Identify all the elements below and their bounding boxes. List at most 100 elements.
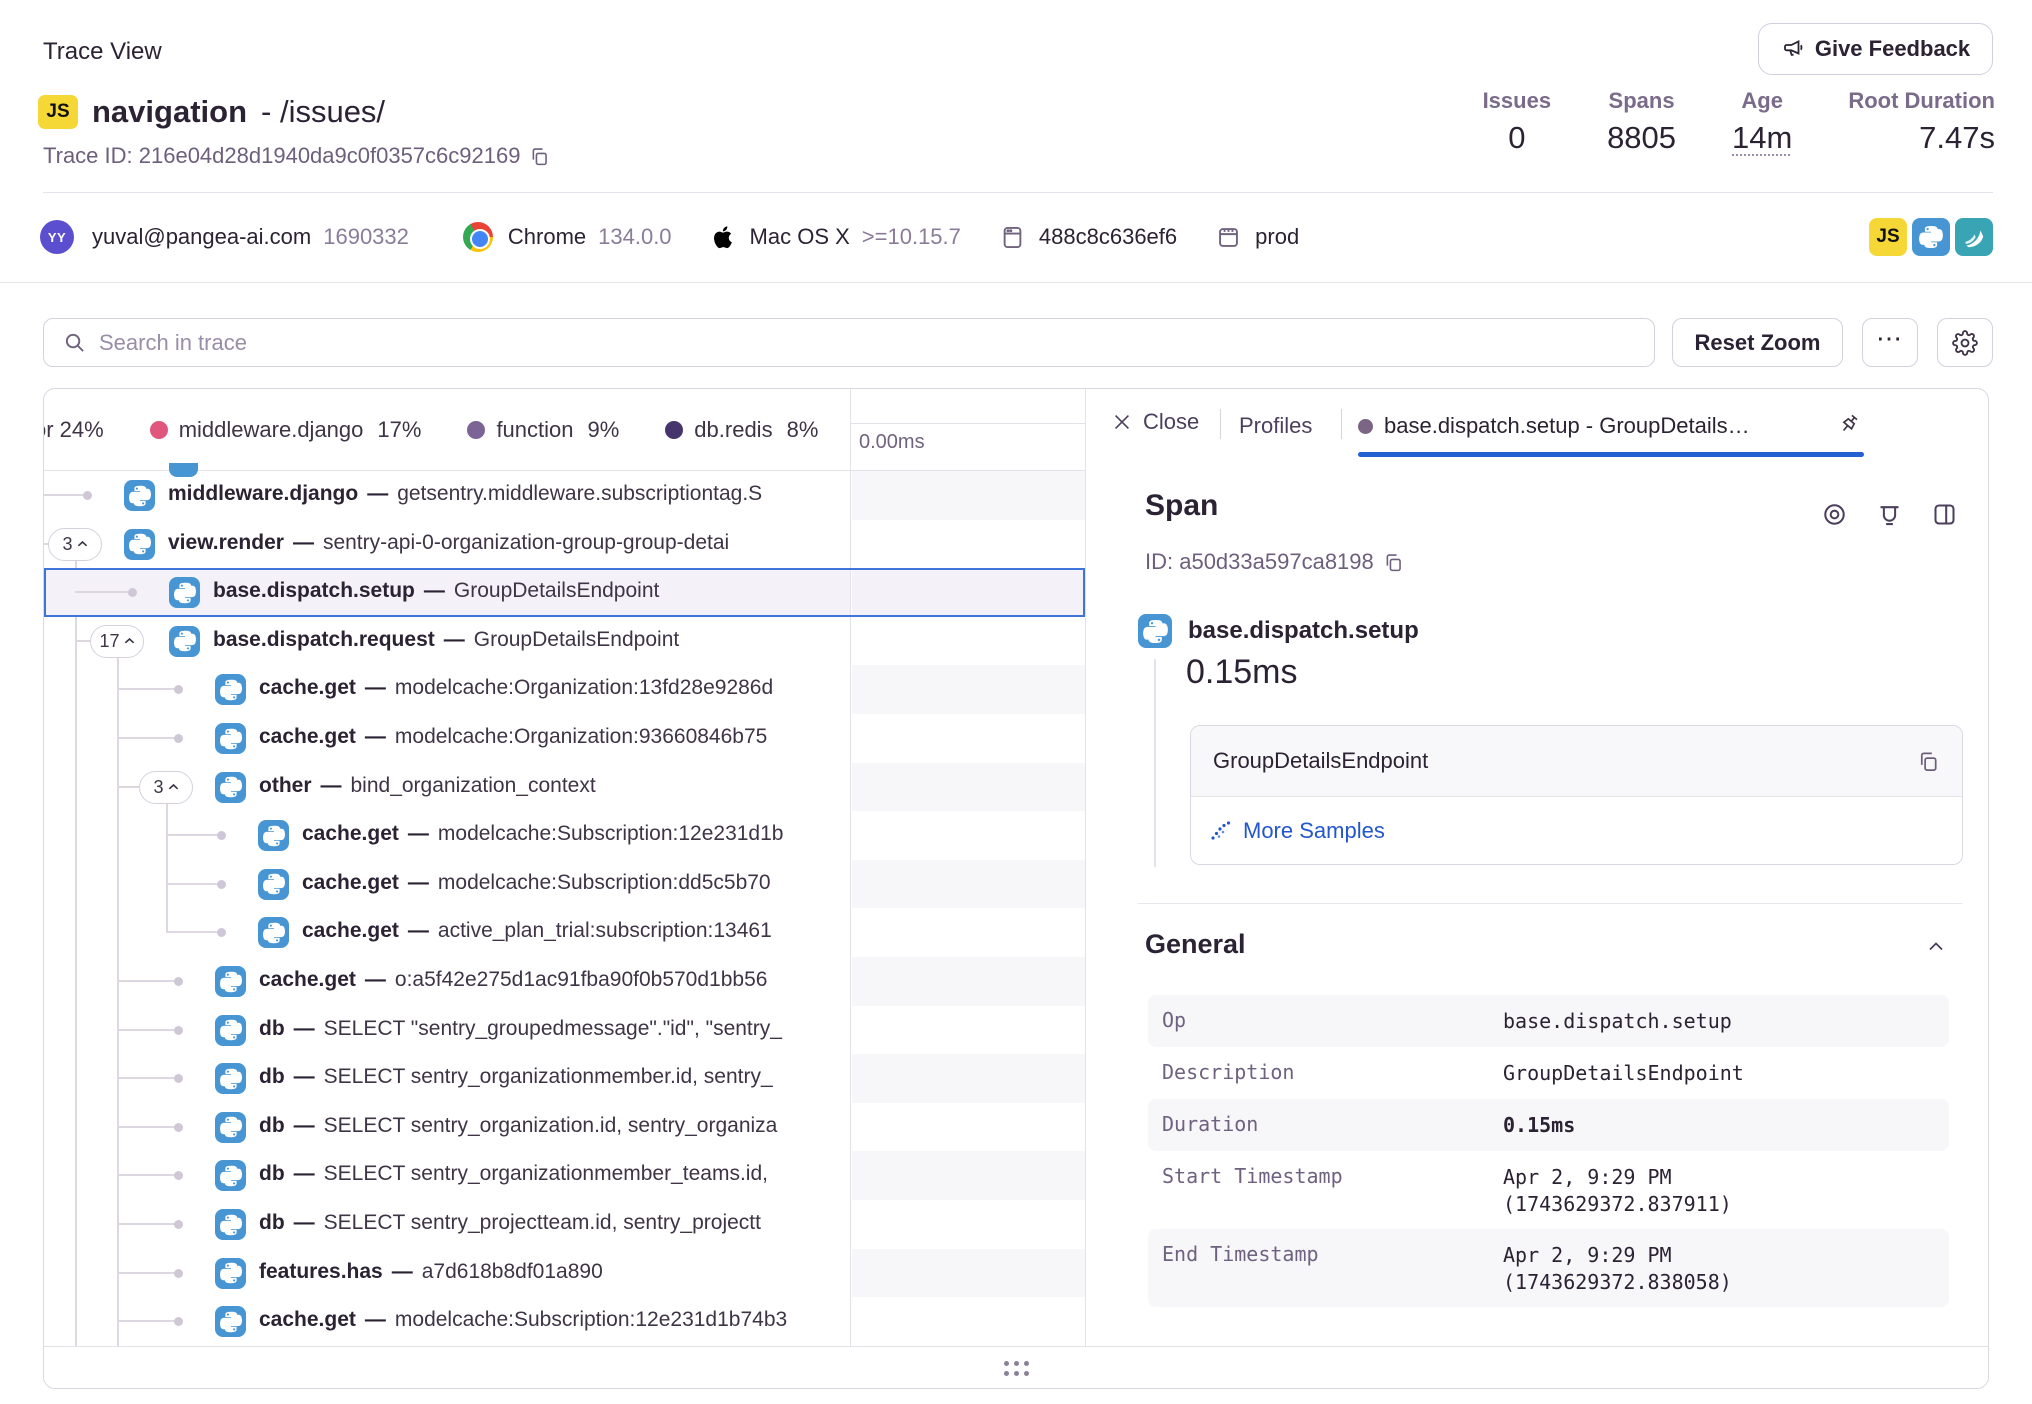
waterfall-row	[852, 617, 1086, 666]
collapse-chevron-icon[interactable]	[1924, 935, 1948, 959]
python-icon	[215, 1063, 246, 1094]
teal-platform-chip-icon	[1955, 218, 1993, 256]
side-panel-icon[interactable]	[1931, 501, 1958, 528]
span-tree-row[interactable]: middleware.django—getsentry.middleware.s…	[44, 471, 850, 520]
waterfall-row	[852, 860, 1086, 909]
span-op-name: base.dispatch.setup	[1188, 617, 1419, 645]
python-icon	[215, 966, 246, 997]
span-tree-row[interactable]: cache.get—modelcache:Organization:13fd28…	[44, 665, 850, 714]
span-tree-row[interactable]: base.dispatch.setup—GroupDetailsEndpoint	[44, 568, 850, 617]
copy-icon[interactable]	[1383, 552, 1404, 573]
general-field-row: Start TimestampApr 2, 9:29 PM(1743629372…	[1148, 1151, 1949, 1229]
python-icon	[215, 674, 246, 705]
megaphone-icon	[1781, 37, 1805, 61]
waterfall-row	[852, 908, 1086, 957]
focus-icon[interactable]	[1821, 501, 1848, 528]
search-icon	[63, 331, 86, 354]
more-options-button[interactable]: ⋯	[1862, 318, 1918, 367]
copy-icon[interactable]	[1917, 750, 1940, 773]
waterfall-row	[852, 471, 1086, 520]
meta-row: YY yuval@pangea-ai.com 1690332 Chrome 13…	[40, 218, 1299, 256]
js-platform-badge: JS	[38, 95, 78, 129]
python-icon	[169, 626, 200, 657]
python-icon	[215, 1015, 246, 1046]
waterfall-row	[852, 1103, 1086, 1152]
span-id: ID: a50d33a597ca8198	[1145, 549, 1404, 575]
python-icon	[124, 480, 155, 511]
platform-chips: JS	[1869, 218, 1993, 256]
tab-divider	[1220, 409, 1221, 439]
close-tab-button[interactable]: Close	[1111, 409, 1199, 435]
more-samples-link[interactable]: More Samples	[1243, 818, 1385, 844]
general-section-title: General	[1145, 929, 1246, 960]
tab-profiles[interactable]: Profiles	[1239, 413, 1312, 439]
python-icon	[169, 577, 200, 608]
span-tree-row[interactable]: cache.get—modelcache:Subscription:12e231…	[44, 1297, 850, 1346]
copy-icon[interactable]	[529, 146, 550, 167]
page-title: Trace View	[43, 38, 162, 66]
span-section-title: Span	[1145, 489, 1218, 523]
waterfall-row	[852, 1151, 1086, 1200]
span-tree-row[interactable]: 17base.dispatch.request—GroupDetailsEndp…	[44, 617, 850, 666]
collapse-badge[interactable]: 3	[48, 528, 102, 561]
browser-name: Chrome	[508, 224, 586, 250]
drag-handle[interactable]	[1004, 1361, 1029, 1376]
waterfall-row	[852, 714, 1086, 763]
span-duration: 0.15ms	[1186, 653, 1298, 692]
span-tree-row[interactable]: features.has—a7d618b8df01a890	[44, 1249, 850, 1298]
clipped-row-icon	[169, 463, 198, 477]
legend-item: db.redis8%	[665, 417, 818, 443]
span-tree-row[interactable]: cache.get—modelcache:Organization:936608…	[44, 714, 850, 763]
span-tree-row[interactable]: cache.get—o:a5f42e275d1ac91fba90f0b570d1…	[44, 957, 850, 1006]
stat-spans: Spans8805	[1607, 88, 1676, 156]
detail-tabs: Close Profiles base.dispatch.setup - Gro…	[1086, 389, 1990, 459]
more-samples-row[interactable]: More Samples	[1191, 797, 1962, 865]
python-icon	[215, 1160, 246, 1191]
reset-zoom-button[interactable]: Reset Zoom	[1672, 318, 1843, 367]
span-tree-row[interactable]: 3view.render—sentry-api-0-organization-g…	[44, 520, 850, 569]
axis-label: 0.00ms	[859, 431, 925, 454]
general-field-row: End TimestampApr 2, 9:29 PM(1743629372.8…	[1148, 1229, 1949, 1307]
trace-stats: Issues0Spans8805Age14mRoot Duration7.47s	[1483, 88, 1995, 156]
collapse-badge[interactable]: 17	[90, 625, 144, 658]
span-tree-row[interactable]: cache.get—active_plan_trial:subscription…	[44, 908, 850, 957]
stat-issues: Issues0	[1483, 88, 1552, 156]
span-tree-row[interactable]: db—SELECT sentry_organizationmember_team…	[44, 1151, 850, 1200]
general-field-row: Duration0.15ms	[1148, 1099, 1949, 1151]
endpoint-box: GroupDetailsEndpoint More Samples	[1190, 725, 1963, 865]
span-detail-panel: Close Profiles base.dispatch.setup - Gro…	[1085, 389, 1989, 1346]
span-toolbar-icons	[1821, 501, 1958, 528]
endpoint-row: GroupDetailsEndpoint	[1191, 726, 1962, 797]
legend-dot-icon	[665, 421, 683, 439]
span-tree-row[interactable]: 3other—bind_organization_context	[44, 763, 850, 812]
legend-item: middleware.django17%	[150, 417, 422, 443]
waterfall-row	[852, 520, 1086, 569]
settings-button[interactable]	[1937, 318, 1993, 367]
profiling-icon	[1209, 819, 1233, 843]
span-tree-row[interactable]: db—SELECT "sentry_groupedmessage"."id", …	[44, 1006, 850, 1055]
waterfall-row	[852, 763, 1086, 812]
span-tree-row[interactable]: db—SELECT sentry_organization.id, sentry…	[44, 1103, 850, 1152]
tab-span-active[interactable]: base.dispatch.setup - GroupDetails…	[1358, 413, 1750, 439]
trace-id: Trace ID: 216e04d28d1940da9c0f0357c6c921…	[43, 143, 550, 169]
header-divider	[43, 192, 1993, 193]
give-feedback-button[interactable]: Give Feedback	[1758, 23, 1993, 75]
span-tree-row[interactable]: cache.get—modelcache:Subscription:dd5c5b…	[44, 860, 850, 909]
collapse-badge[interactable]: 3	[139, 771, 193, 804]
legend-dot-icon	[150, 421, 168, 439]
python-icon	[258, 869, 289, 900]
apple-icon	[710, 222, 737, 252]
waterfall-row	[852, 1200, 1086, 1249]
span-tree-row[interactable]: db—SELECT sentry_projectteam.id, sentry_…	[44, 1200, 850, 1249]
pin-tab-button[interactable]	[1826, 401, 1872, 447]
python-icon	[215, 1306, 246, 1337]
span-tree-row[interactable]: cache.get—modelcache:Subscription:12e231…	[44, 811, 850, 860]
waterfall-row	[852, 1297, 1086, 1346]
span-op-header: base.dispatch.setup	[1138, 614, 1419, 648]
span-tree-row[interactable]: db—SELECT sentry_organizationmember.id, …	[44, 1054, 850, 1103]
waterfall-row	[852, 1054, 1086, 1103]
waterfall-row	[852, 665, 1086, 714]
filter-icon[interactable]	[1876, 501, 1903, 528]
waterfall-row	[852, 811, 1086, 860]
search-input[interactable]: Search in trace	[43, 318, 1655, 367]
